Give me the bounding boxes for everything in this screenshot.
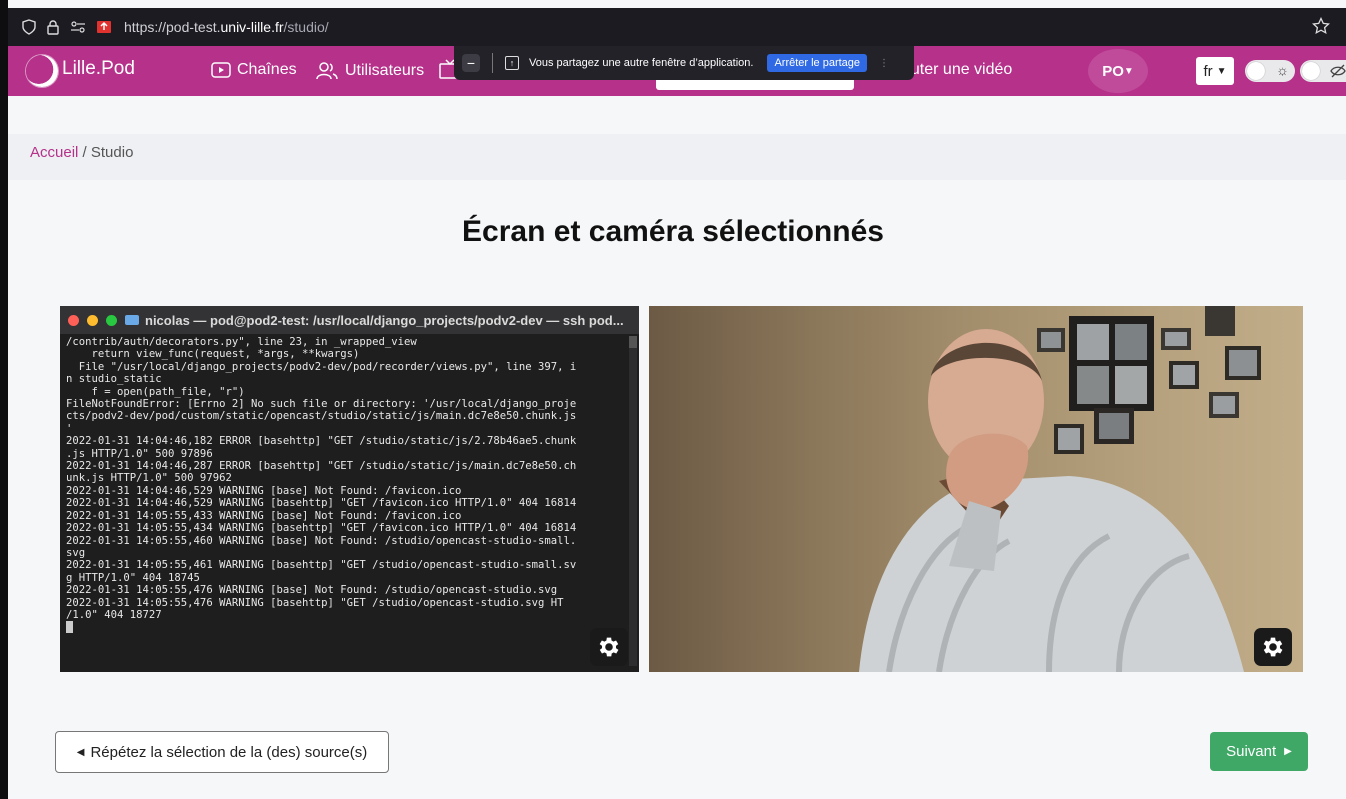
terminal-line: FileNotFoundError: [Errno 2] No such fil… [66, 398, 577, 411]
url-path: /studio/ [283, 19, 329, 35]
terminal-line: 2022-01-31 14:05:55,433 WARNING [base] N… [66, 509, 462, 522]
terminal-line: 2022-01-31 14:05:55,476 WARNING [basehtt… [66, 596, 564, 609]
next-button[interactable]: Suivant ▶ [1210, 732, 1308, 771]
breadcrumb-current: Studio [90, 144, 134, 161]
window-edge [0, 0, 8, 799]
gear-icon [1263, 637, 1283, 657]
nav-users[interactable]: Utilisateurs [315, 61, 424, 81]
url-prefix: https://pod-test. [124, 19, 221, 35]
user-menu[interactable]: PO ▼ [1088, 49, 1148, 93]
next-button-label: Suivant [1226, 743, 1277, 760]
terminal-line: 2022-01-31 14:05:55,434 WARNING [basehtt… [66, 522, 577, 535]
permissions-icon[interactable] [70, 20, 86, 34]
terminal-line: n studio_static [66, 373, 162, 386]
terminal-line: unk.js HTTP/1.0" 500 97962 [66, 472, 232, 485]
drag-handle-icon[interactable]: ⋮ [879, 58, 889, 69]
breadcrumb-home-link[interactable]: Accueil [30, 144, 78, 161]
maximize-dot-icon [106, 314, 117, 326]
brand-link[interactable]: Lille.Pod [62, 58, 135, 80]
terminal-line: 2022-01-31 14:04:46,529 WARNING [basehtt… [66, 497, 577, 510]
terminal-line: 2022-01-31 14:04:46,182 ERROR [basehttp]… [66, 435, 577, 448]
terminal-line: .js HTTP/1.0" 500 97896 [66, 447, 213, 460]
users-icon [316, 62, 338, 80]
logo[interactable] [26, 55, 58, 87]
play-icon [211, 62, 231, 78]
camera-frame-image [859, 306, 1261, 672]
eye-off-icon [1330, 64, 1346, 78]
folder-icon [125, 315, 139, 325]
terminal-line: cts/podv2-dev/pod/custom/static/opencast… [66, 410, 577, 423]
shield-icon[interactable] [22, 19, 36, 35]
gear-icon [599, 637, 619, 657]
terminal-line: ' [66, 422, 73, 435]
chevron-down-icon: ▼ [1216, 65, 1227, 77]
repeat-source-selection-button[interactable]: ◀ Répétez la sélection de la (des) sourc… [55, 731, 389, 773]
terminal-line: 2022-01-31 14:05:55,460 WARNING [base] N… [66, 534, 577, 547]
address-bar[interactable]: https://pod-test.univ-lille.fr/studio/ [124, 19, 329, 35]
minimize-share-bar-button[interactable]: − [462, 54, 480, 72]
repeat-button-label: Répétez la sélection de la (des) source(… [90, 743, 368, 761]
breadcrumb-separator: / [82, 144, 87, 161]
terminal-line: 2022-01-31 14:04:46,529 WARNING [base] N… [66, 484, 462, 497]
camera-preview [649, 306, 1303, 672]
add-video-label: outer une vidéo [902, 61, 1013, 78]
language-select[interactable]: fr ▼ [1196, 57, 1234, 85]
terminal-line: 2022-01-31 14:05:55,476 WARNING [base] N… [66, 584, 558, 597]
nav-users-label: Utilisateurs [345, 62, 425, 79]
toggle-knob [1302, 62, 1320, 80]
share-message: Vous partagez une autre fenêtre d’applic… [529, 57, 754, 69]
terminal-line: return view_func(request, *args, **kwarg… [91, 348, 360, 361]
screen-share-icon[interactable] [96, 20, 112, 34]
nav-channels-label: Chaînes [237, 61, 297, 78]
chevron-down-icon: ▼ [1123, 65, 1134, 77]
breadcrumb-bar: Accueil / Studio [8, 134, 1346, 180]
divider [492, 53, 493, 73]
terminal-line: File "/usr/local/django_projects/podv2-d… [78, 360, 577, 373]
close-dot-icon [68, 314, 79, 326]
terminal-line: svg [66, 546, 86, 559]
camera-settings-button[interactable] [1254, 628, 1292, 666]
sun-icon: ☼ [1276, 62, 1289, 78]
terminal-output: /contrib/auth/decorators.py", line 23, i… [60, 334, 639, 636]
breadcrumb: Accueil / Studio [30, 144, 133, 161]
page-title: Écran et caméra sélectionnés [462, 215, 884, 248]
screen-sharing-bar: − ↑ Vous partagez une autre fenêtre d’ap… [454, 46, 914, 80]
toggle-knob [1247, 62, 1265, 80]
chevron-left-icon: ◀ [76, 746, 85, 758]
terminal-line: /1.0" 404 18727 [66, 608, 162, 621]
browser-toolbar: https://pod-test.univ-lille.fr/studio/ [8, 8, 1346, 46]
screen-preview: nicolas — pod@pod2-test: /usr/local/djan… [60, 306, 639, 672]
user-initials: PO [1102, 62, 1124, 80]
language-value: fr [1203, 62, 1213, 80]
theme-toggle[interactable]: ☼ [1245, 60, 1295, 82]
terminal-cursor [66, 621, 73, 634]
terminal-line: /contrib/auth/decorators.py", line 23, i… [66, 336, 417, 348]
terminal-line: 2022-01-31 14:05:55,461 WARNING [basehtt… [66, 559, 577, 572]
browser-icons [8, 19, 112, 35]
screen-settings-button[interactable] [590, 628, 628, 666]
terminal-titlebar: nicolas — pod@pod2-test: /usr/local/djan… [60, 306, 639, 334]
url-domain: univ-lille.fr [220, 19, 284, 35]
terminal-scrollbar [629, 336, 637, 666]
stop-sharing-button[interactable]: Arrêter le partage [767, 54, 868, 72]
terminal-line: 2022-01-31 14:04:46,287 ERROR [basehttp]… [66, 460, 577, 473]
bookmark-star-icon[interactable] [1312, 17, 1330, 35]
nav-channels[interactable]: Chaînes [211, 61, 297, 79]
minimize-dot-icon [87, 314, 98, 326]
terminal-line: f = open(path_file, "r") [91, 385, 245, 398]
terminal-title: nicolas — pod@pod2-test: /usr/local/djan… [145, 312, 624, 328]
lock-icon[interactable] [46, 19, 60, 35]
chevron-right-icon: ▶ [1284, 746, 1292, 757]
terminal-line: g HTTP/1.0" 404 18745 [66, 571, 200, 584]
share-window-icon: ↑ [505, 56, 519, 70]
dyslexia-toggle[interactable] [1300, 60, 1346, 82]
